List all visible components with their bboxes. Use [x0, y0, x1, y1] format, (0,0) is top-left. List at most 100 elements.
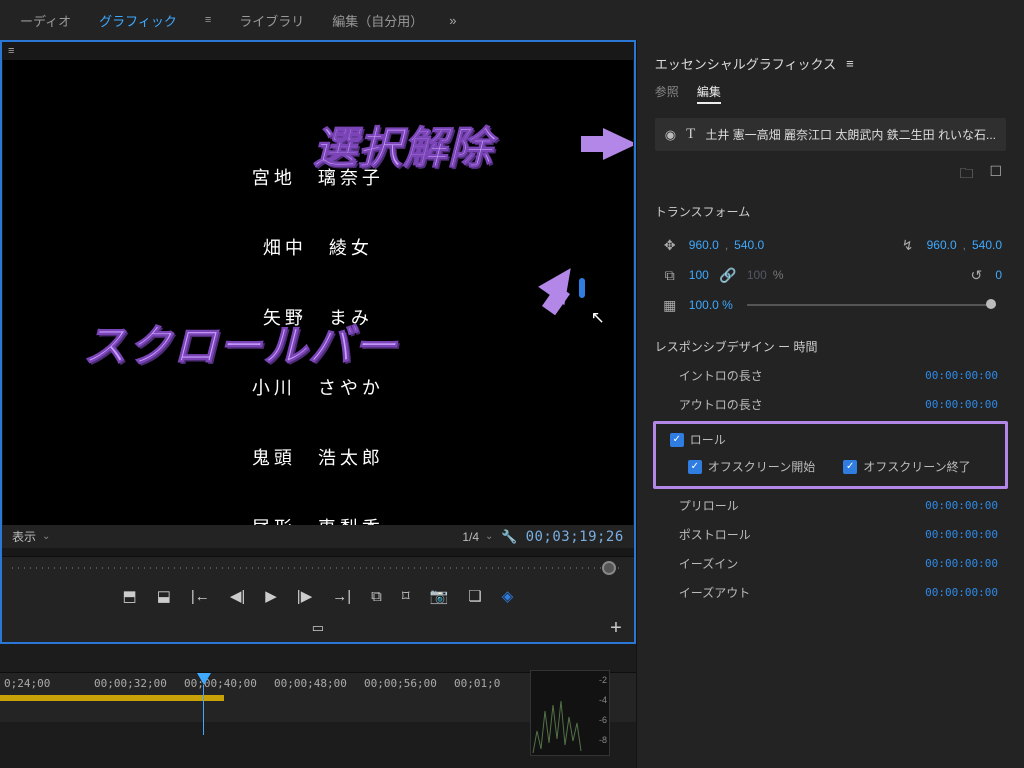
tab-browse[interactable]: 参照: [655, 83, 679, 104]
offscreen-end-label: オフスクリーン終了: [863, 458, 970, 475]
audio-meter: -2 -4 -6 -8: [530, 670, 610, 756]
add-button-icon[interactable]: +: [610, 617, 622, 640]
tab-graphic[interactable]: グラフィック: [85, 0, 191, 40]
chevron-down-icon: ⌄: [42, 531, 50, 542]
opacity-icon: ▦: [655, 297, 685, 314]
mogrt-icon[interactable]: ◈: [502, 587, 514, 605]
anchor-y[interactable]: 540.0: [968, 238, 1006, 252]
marker-in-icon[interactable]: ⬒: [123, 587, 137, 605]
playhead-line: [203, 685, 204, 735]
timecode-label: 00;00;56;00: [364, 677, 454, 690]
intro-label: イントロの長さ: [679, 367, 763, 384]
responsive-title: レスポンシブデザイン ー 時間: [637, 324, 1024, 361]
panel-menu-icon[interactable]: ≡: [846, 56, 854, 71]
position-icon: ✥: [655, 237, 685, 254]
tab-audio[interactable]: ーディオ: [6, 0, 85, 40]
roll-highlight-box: ロール オフスクリーン開始 オフスクリーン終了: [653, 421, 1008, 489]
anchor-icon: ↯: [893, 237, 923, 254]
pos-y[interactable]: 540.0: [730, 238, 768, 252]
new-folder-icon[interactable]: 🗀: [959, 163, 973, 187]
fit-label: 表示: [12, 528, 36, 545]
annotation-arrow-right-icon: [603, 128, 633, 160]
preroll-value[interactable]: 00:00:00:00: [925, 499, 998, 512]
roll-label: ロール: [690, 431, 726, 448]
extract-icon[interactable]: ⌑: [402, 587, 410, 605]
scale-icon: ⧉: [655, 267, 685, 284]
marker-out-icon[interactable]: ⬓: [157, 587, 171, 605]
scale-w[interactable]: 100: [685, 268, 713, 282]
postroll-label: ポストロール: [679, 526, 751, 543]
playhead-icon[interactable]: [197, 673, 211, 685]
go-end-icon[interactable]: →|: [332, 588, 351, 605]
timecode-label: 00;00;32;00: [94, 677, 184, 690]
go-start-icon[interactable]: |←: [191, 588, 210, 605]
easeout-label: イーズアウト: [679, 584, 750, 601]
easeout-value[interactable]: 00:00:00:00: [925, 586, 998, 599]
monitor-scrubber[interactable]: [2, 556, 634, 578]
meter-tick: -8: [599, 735, 607, 745]
credit-line: 尾形 恵梨香: [3, 514, 633, 525]
slider-knob[interactable]: [986, 299, 996, 309]
scale-h: 100: [743, 268, 771, 282]
timecode-label: 00;00;48;00: [274, 677, 364, 690]
program-monitor: ≡ 宮地 璃奈子 畑中 綾女 矢野 まみ 小川 さやか 鬼頭 浩太郎 尾形 恵梨…: [0, 40, 636, 644]
tab-graphic-menu[interactable]: ≡: [191, 0, 225, 40]
offscreen-start-checkbox[interactable]: [688, 460, 702, 474]
easein-value[interactable]: 00:00:00:00: [925, 557, 998, 570]
anchor-x[interactable]: 960.0: [923, 238, 961, 252]
meter-tick: -6: [599, 715, 607, 725]
monitor-menu-icon[interactable]: ≡: [8, 45, 14, 57]
credit-line: 鬼頭 浩太郎: [3, 444, 633, 470]
tab-library[interactable]: ライブラリ: [225, 0, 318, 40]
settings-icon[interactable]: 🔧: [501, 529, 517, 545]
credit-line: 小川 さやか: [3, 374, 633, 400]
offscreen-end-checkbox[interactable]: [843, 460, 857, 474]
cursor-icon: ↖: [591, 308, 605, 328]
postroll-value[interactable]: 00:00:00:00: [925, 528, 998, 541]
preroll-label: プリロール: [679, 497, 739, 514]
annotation-scrollbar: スクロールバー: [83, 310, 398, 374]
rotation[interactable]: 0: [991, 268, 1006, 282]
meter-tick: -4: [599, 695, 607, 705]
fit-dropdown[interactable]: 表示 ⌄: [12, 528, 50, 545]
clip-track[interactable]: [0, 695, 224, 701]
annotation-deselect: 選択解除: [313, 112, 493, 176]
intro-value[interactable]: 00:00:00:00: [925, 369, 998, 382]
outro-value[interactable]: 00:00:00:00: [925, 398, 998, 411]
credit-line: 畑中 綾女: [3, 234, 633, 260]
transform-section-title: トランスフォーム: [637, 197, 1024, 226]
tab-edit[interactable]: 編集: [697, 83, 721, 104]
scrub-knob[interactable]: [602, 561, 616, 575]
monitor-canvas[interactable]: 宮地 璃奈子 畑中 綾女 矢野 まみ 小川 さやか 鬼頭 浩太郎 尾形 恵梨香 …: [3, 60, 633, 525]
safe-margins-icon[interactable]: ▭: [312, 620, 324, 636]
roll-checkbox[interactable]: [670, 433, 684, 447]
new-layer-icon[interactable]: ☐: [989, 163, 1002, 187]
zoom-dropdown[interactable]: 1/4 ⌄: [462, 530, 493, 544]
play-icon[interactable]: ▶: [265, 587, 277, 605]
layer-name: 土井 憲一高畑 麗奈江口 太朗武内 鉄二生田 れいな石...: [705, 126, 996, 143]
easein-label: イーズイン: [679, 555, 738, 572]
compare-icon[interactable]: ❏: [468, 587, 481, 605]
rotation-icon: ↺: [961, 267, 991, 284]
annotation-arrow-up-icon: [545, 265, 585, 305]
essential-graphics-panel: エッセンシャルグラフィックス ≡ 参照 編集 ◉ T 土井 憲一高畑 麗奈江口 …: [636, 40, 1024, 768]
opacity-value[interactable]: 100.0 %: [685, 298, 737, 312]
timecode[interactable]: 00;03;19;26: [526, 529, 624, 545]
lift-icon[interactable]: ⧉: [371, 588, 382, 605]
step-back-icon[interactable]: ◀|: [230, 587, 245, 605]
opacity-slider[interactable]: [747, 304, 996, 306]
meter-tick: -2: [599, 675, 607, 685]
transport-bar: ⬒ ⬓ |← ◀| ▶ |▶ →| ⧉ ⌑ 📷 ❏ ◈: [2, 578, 634, 614]
text-layer-row[interactable]: ◉ T 土井 憲一高畑 麗奈江口 太朗武内 鉄二生田 れいな石...: [655, 118, 1006, 151]
tabs-overflow[interactable]: »: [437, 13, 468, 28]
export-frame-icon[interactable]: 📷: [430, 587, 449, 605]
panel-title: エッセンシャルグラフィックス: [655, 54, 836, 73]
step-fwd-icon[interactable]: |▶: [297, 587, 312, 605]
text-type-icon: T: [686, 126, 695, 143]
pos-x[interactable]: 960.0: [685, 238, 723, 252]
chevron-down-icon: ⌄: [485, 531, 493, 542]
visibility-eye-icon[interactable]: ◉: [665, 127, 676, 143]
timecode-label: 0;24;00: [4, 677, 94, 690]
link-icon[interactable]: 🔗: [713, 267, 743, 284]
tab-edit-custom[interactable]: 編集（自分用）: [318, 0, 437, 40]
